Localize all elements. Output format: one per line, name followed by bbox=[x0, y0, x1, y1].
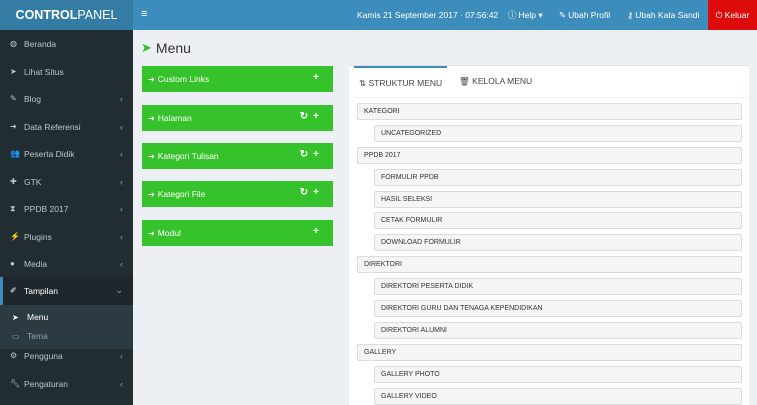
sign-in-icon: ➜ bbox=[148, 228, 155, 238]
panel-custom-links[interactable]: ➜ Custom Links + bbox=[142, 66, 333, 92]
sidebar-item-blog[interactable]: ✎ Blog ‹ bbox=[0, 85, 133, 113]
refresh-icon[interactable]: ↻ bbox=[300, 187, 313, 198]
chevron-left-icon: ‹ bbox=[120, 148, 123, 159]
panel-kategori-file[interactable]: ➜ Kategori File ↻+ bbox=[142, 181, 333, 207]
page-title: ➤ Menu bbox=[141, 40, 191, 56]
pointer-icon: ➤ bbox=[12, 312, 19, 322]
sidebar-item-beranda[interactable]: ◍ Beranda bbox=[0, 30, 133, 58]
panel-kategori-tulisan[interactable]: ➜ Kategori Tulisan ↻+ bbox=[142, 143, 333, 169]
sidebar-item-peserta-didik[interactable]: 👥 Peserta Didik ‹ bbox=[0, 140, 133, 168]
menu-item-uncategorized[interactable]: UNCATEGORIZED bbox=[374, 125, 742, 142]
change-password-link[interactable]: ⚷ Ubah Kata Sandi bbox=[627, 0, 700, 30]
question-circle-icon: ⓘ bbox=[508, 10, 517, 20]
edit-icon: ✎ bbox=[10, 94, 17, 104]
menu-item-direktori[interactable]: DIREKTORI bbox=[357, 256, 742, 273]
user-media-icon: ● bbox=[10, 259, 15, 269]
chevron-left-icon: ‹ bbox=[120, 231, 123, 242]
sign-in-icon: ➜ bbox=[10, 122, 17, 132]
edit-icon: ✎ bbox=[559, 10, 567, 20]
sidebar-item-gtk[interactable]: ✚ GTK ‹ bbox=[0, 168, 133, 196]
tab-struktur-menu[interactable]: ⇅ STRUKTUR MENU bbox=[354, 66, 448, 96]
paper-plane-icon: ➤ bbox=[10, 67, 17, 77]
edit-profile-link[interactable]: ✎ Ubah Profil bbox=[559, 0, 610, 30]
chevron-down-icon: ⌄ bbox=[115, 285, 123, 296]
sidebar-item-ppdb[interactable]: ⧗ PPDB 2017 ‹ bbox=[0, 195, 133, 223]
users-icon: 👥 bbox=[10, 149, 20, 159]
user-plus-icon: ✚ bbox=[10, 177, 17, 187]
menu-item-download-formulir[interactable]: DOWNLOAD FORMULIR bbox=[374, 234, 742, 251]
hamburger-menu-icon[interactable]: ≡ bbox=[141, 8, 147, 20]
plug-icon: ⚡ bbox=[10, 232, 20, 242]
sidebar-item-media[interactable]: ● Media ‹ bbox=[0, 250, 133, 278]
menu-item-hasil-seleksi[interactable]: HASIL SELEKSI bbox=[374, 191, 742, 208]
sidebar: ◍ Beranda ➤ Lihat Situs ✎ Blog ‹ ➜ Data Refer… bbox=[0, 30, 133, 405]
sidebar-item-plugins[interactable]: ⚡ Plugins ‹ bbox=[0, 223, 133, 251]
help-dropdown[interactable]: ⓘ Help ▾ bbox=[508, 0, 543, 30]
menu-item-formulir-ppdb[interactable]: FORMULIR PPDB bbox=[374, 169, 742, 186]
menu-item-direktori-guru[interactable]: DIREKTORI GURU DAN TENAGA KEPENDIDIKAN bbox=[374, 300, 742, 317]
submenu-item-tema[interactable]: ▭ Tema bbox=[12, 331, 48, 341]
add-icon[interactable]: + bbox=[313, 187, 324, 198]
sidebar-item-data-referensi[interactable]: ➜ Data Referensi ‹ bbox=[0, 113, 133, 141]
menu-item-gallery-photo[interactable]: GALLERY PHOTO bbox=[374, 366, 742, 383]
datetime-display: Kamis 21 September 2017 · 07:56:42 bbox=[357, 10, 499, 20]
menu-item-cetak-formulir[interactable]: CETAK FORMULIR bbox=[374, 212, 742, 229]
pointer-icon: ➤ bbox=[141, 40, 152, 55]
chevron-left-icon: ‹ bbox=[120, 203, 123, 214]
cogs-icon: ⚙ bbox=[10, 351, 18, 361]
trash-icon: 🗑︎ bbox=[459, 76, 470, 86]
menu-item-direktori-peserta[interactable]: DIREKTORI PESERTA DIDIK bbox=[374, 278, 742, 295]
add-icon[interactable]: + bbox=[313, 72, 324, 83]
menu-item-kategori[interactable]: KATEGORI bbox=[357, 103, 742, 120]
refresh-icon[interactable]: ↻ bbox=[300, 111, 313, 122]
sidebar-item-lihat-situs[interactable]: ➤ Lihat Situs bbox=[0, 58, 133, 86]
menu-item-ppdb[interactable]: PPDB 2017 bbox=[357, 147, 742, 164]
menu-item-gallery-video[interactable]: GALLERY VIDEO bbox=[374, 388, 742, 405]
tab-kelola-menu[interactable]: 🗑︎ KELOLA MENU bbox=[454, 66, 537, 96]
logout-button[interactable]: ⏻ Keluar bbox=[708, 0, 757, 30]
sidebar-item-pengguna[interactable]: ⚙ Pengguna ‹ bbox=[0, 342, 133, 370]
desktop-icon: ▭ bbox=[12, 331, 20, 341]
submenu-item-menu[interactable]: ➤ Menu bbox=[12, 312, 48, 322]
hourglass-icon: ⧗ bbox=[10, 203, 16, 213]
wrench-icon: 🔧︎ bbox=[10, 379, 21, 389]
sign-in-icon: ➜ bbox=[148, 151, 155, 161]
add-icon[interactable]: + bbox=[313, 111, 324, 122]
sign-in-icon: ➜ bbox=[148, 113, 155, 123]
sidebar-item-pengaturan[interactable]: 🔧︎ Pengaturan ‹ bbox=[0, 370, 133, 398]
dashboard-icon: ◍ bbox=[10, 39, 17, 49]
chevron-left-icon: ‹ bbox=[120, 378, 123, 389]
chevron-left-icon: ‹ bbox=[120, 93, 123, 104]
add-icon[interactable]: + bbox=[313, 149, 324, 160]
chevron-left-icon: ‹ bbox=[120, 176, 123, 187]
menu-structure-box: ⇅ STRUKTUR MENU 🗑︎ KELOLA MENU KATEGORI … bbox=[349, 65, 749, 405]
sign-in-icon: ➜ bbox=[148, 189, 155, 199]
sidebar-item-tampilan[interactable]: ✐ Tampilan ⌄ bbox=[0, 277, 133, 305]
panel-modul[interactable]: ➜ Modul + bbox=[142, 220, 333, 246]
top-navbar: ≡ Kamis 21 September 2017 · 07:56:42 ⓘ He… bbox=[133, 0, 757, 30]
key-icon: ⚷ bbox=[627, 10, 634, 20]
chevron-left-icon: ‹ bbox=[120, 121, 123, 132]
power-icon: ⏻ bbox=[715, 10, 723, 20]
panel-halaman[interactable]: ➜ Halaman ↻+ bbox=[142, 105, 333, 131]
chevron-left-icon: ‹ bbox=[120, 258, 123, 269]
chevron-left-icon: ‹ bbox=[120, 350, 123, 361]
sign-in-icon: ➜ bbox=[148, 74, 155, 84]
sort-icon: ⇅ bbox=[359, 78, 367, 88]
refresh-icon[interactable]: ↻ bbox=[300, 149, 313, 160]
paint-brush-icon: ✐ bbox=[10, 286, 17, 296]
add-icon[interactable]: + bbox=[313, 226, 324, 237]
app-logo[interactable]: CONTROL PANEL bbox=[0, 0, 133, 30]
menu-item-direktori-alumni[interactable]: DIREKTORI ALUMNI bbox=[374, 322, 742, 339]
menu-item-gallery[interactable]: GALLERY bbox=[357, 344, 742, 361]
